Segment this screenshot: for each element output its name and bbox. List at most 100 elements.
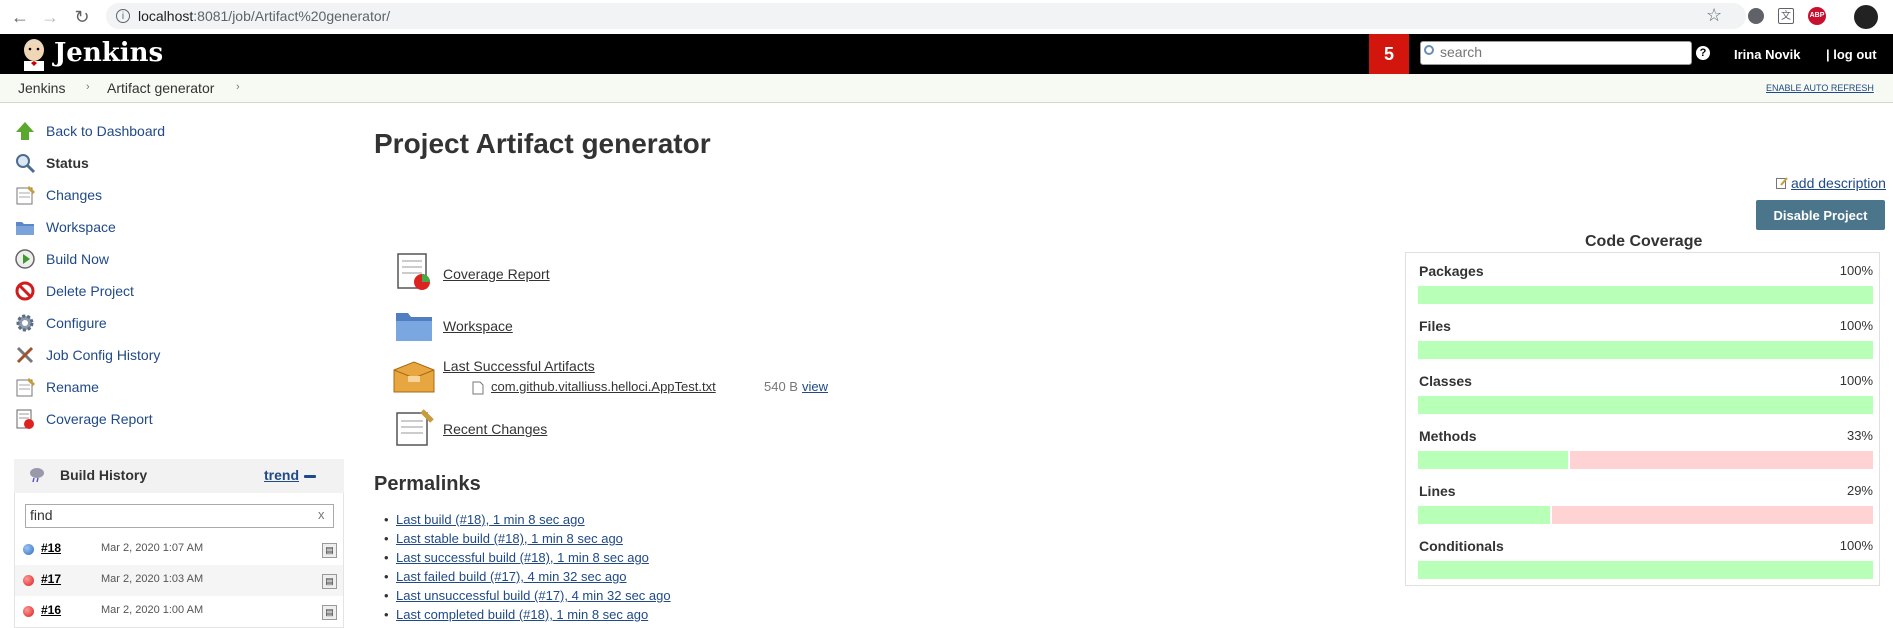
permalink-item: • Last unsuccessful build (#17), 4 min 32…: [384, 588, 671, 603]
magnifier-icon: [16, 154, 36, 174]
url-text: localhost:8081/job/Artifact%20generator/: [138, 8, 390, 24]
console-output-icon[interactable]: ▤: [322, 605, 337, 620]
disable-project-button[interactable]: Disable Project: [1756, 200, 1885, 230]
coverage-bar-fill: [1418, 506, 1552, 524]
console-output-icon[interactable]: ▤: [322, 543, 337, 558]
build-number-link[interactable]: #16: [41, 603, 61, 617]
extension-chat-icon[interactable]: [1748, 8, 1764, 24]
breadcrumb-jenkins[interactable]: Jenkins: [18, 80, 65, 96]
sidebar-item-delete-project[interactable]: Delete Project: [14, 280, 334, 304]
coverage-bar-fill: [1418, 451, 1571, 469]
build-number-link[interactable]: #17: [41, 572, 61, 586]
build-number-link[interactable]: #18: [41, 541, 61, 555]
notepad-icon: [16, 377, 36, 397]
star-icon[interactable]: ☆: [1706, 5, 1722, 26]
profile-avatar[interactable]: [1854, 5, 1878, 29]
reload-icon[interactable]: ↻: [70, 5, 94, 29]
build-status-ball-icon: [23, 544, 34, 555]
sidebar-item-label[interactable]: Rename: [46, 379, 99, 395]
trend-line-icon[interactable]: [304, 475, 316, 478]
sidebar-item-back-to-dashboard[interactable]: Back to Dashboard: [14, 120, 334, 144]
jenkins-butler-logo[interactable]: [18, 37, 50, 71]
package-box-icon: [393, 361, 435, 393]
coverage-report-link[interactable]: Coverage Report: [443, 266, 550, 282]
sidebar-item-job-config-history[interactable]: Job Config History: [14, 344, 334, 368]
artifact-file-row: com.github.vitalliuss.helloci.AppTest.tx…: [491, 379, 716, 394]
folder-icon: [16, 222, 34, 235]
sidebar-item-build-now[interactable]: Build Now: [14, 248, 334, 272]
notification-badge[interactable]: 5: [1369, 34, 1409, 74]
sidebar-item-label[interactable]: Job Config History: [46, 347, 160, 363]
info-icon[interactable]: i: [116, 9, 130, 23]
recent-changes-link[interactable]: Recent Changes: [443, 421, 547, 437]
sidebar-item-workspace[interactable]: Workspace: [14, 216, 334, 240]
user-name-link[interactable]: Irina Novik: [1734, 47, 1800, 62]
permalink-item: • Last completed build (#18), 1 min 8 sec…: [384, 607, 649, 622]
last-successful-artifacts-link[interactable]: Last Successful Artifacts: [443, 358, 595, 374]
gear-icon: [16, 314, 34, 332]
sidebar-item-label[interactable]: Delete Project: [46, 283, 134, 299]
back-arrow-icon[interactable]: ←: [8, 5, 32, 29]
coverage-bar-fill: [1418, 286, 1873, 304]
sidebar-item-rename[interactable]: Rename: [14, 376, 334, 400]
sidebar-item-label[interactable]: Back to Dashboard: [46, 123, 165, 139]
sidebar-item-status[interactable]: Status: [14, 152, 334, 176]
coverage-bar: [1418, 396, 1873, 414]
workspace-link[interactable]: Workspace: [443, 318, 513, 334]
enable-auto-refresh-link[interactable]: ENABLE AUTO REFRESH: [1766, 83, 1874, 93]
sidebar-item-label[interactable]: Status: [46, 155, 89, 171]
build-history-title: Build History: [60, 467, 148, 483]
build-history-trend-link[interactable]: trend: [264, 467, 299, 483]
help-icon[interactable]: ?: [1696, 46, 1710, 60]
edit-note-icon[interactable]: [1776, 177, 1788, 189]
sidebar-item-label[interactable]: Workspace: [46, 219, 116, 235]
sidebar-item-configure[interactable]: Configure: [14, 312, 334, 336]
sidebar-item-changes[interactable]: Changes: [14, 184, 334, 208]
permalink-link[interactable]: Last failed build (#17), 4 min 32 sec ag…: [396, 569, 627, 584]
permalink-link[interactable]: Last unsuccessful build (#17), 4 min 32 …: [396, 588, 671, 603]
artifact-file-link[interactable]: com.github.vitalliuss.helloci.AppTest.tx…: [491, 379, 716, 394]
breadcrumb-chevron-icon[interactable]: ›: [236, 81, 240, 93]
page-title: Project Artifact generator: [374, 128, 711, 159]
permalink-link[interactable]: Last stable build (#18), 1 min 8 sec ago: [396, 531, 623, 546]
adblock-icon[interactable]: ABP: [1808, 7, 1826, 25]
build-status-ball-icon: [23, 606, 34, 617]
forward-arrow-icon[interactable]: →: [38, 5, 62, 29]
permalinks-heading: Permalinks: [374, 473, 481, 495]
sidebar-item-label[interactable]: Build Now: [46, 251, 109, 267]
permalink-item: • Last failed build (#17), 4 min 32 sec a…: [384, 569, 627, 584]
permalink-link[interactable]: Last completed build (#18), 1 min 8 sec …: [396, 607, 648, 622]
add-description-link[interactable]: add description: [1791, 175, 1886, 191]
breadcrumb-job[interactable]: Artifact generator: [107, 80, 214, 96]
tools-icon: [16, 346, 34, 364]
coverage-bar: [1418, 561, 1873, 579]
sidebar-item-label[interactable]: Changes: [46, 187, 102, 203]
sidebar-item-label[interactable]: Configure: [46, 315, 107, 331]
coverage-metric-label: Files: [1419, 318, 1451, 334]
logout-link[interactable]: | log out: [1826, 47, 1877, 62]
search-input[interactable]: [1440, 42, 1685, 62]
artifact-file-size: 540 B: [764, 379, 798, 394]
permalink-link[interactable]: Last successful build (#18), 1 min 8 sec…: [396, 550, 649, 565]
breadcrumb-chevron-icon[interactable]: ›: [86, 81, 90, 93]
translate-icon[interactable]: 文: [1778, 8, 1794, 24]
coverage-metric-percent: 100%: [1839, 263, 1873, 278]
weather-cloud-icon: [30, 468, 44, 483]
sidebar-item-label[interactable]: Coverage Report: [46, 411, 153, 427]
notepad-icon: [16, 185, 36, 205]
artifact-view-link[interactable]: view: [802, 379, 828, 394]
coverage-metric-label: Conditionals: [1419, 538, 1504, 554]
jenkins-logo-text[interactable]: Jenkins: [54, 38, 163, 68]
sidebar-item-coverage-report[interactable]: Coverage Report: [14, 408, 334, 432]
build-find-input[interactable]: [30, 506, 310, 524]
clear-find-icon[interactable]: x: [318, 507, 325, 522]
permalink-item: • Last stable build (#18), 1 min 8 sec ag…: [384, 531, 623, 546]
coverage-bar: [1418, 451, 1873, 469]
coverage-metric-percent: 100%: [1839, 373, 1873, 388]
coverage-bar-fill: [1418, 396, 1873, 414]
console-output-icon[interactable]: ▤: [322, 574, 337, 589]
file-icon: [472, 381, 484, 395]
folder-icon: [396, 313, 432, 341]
permalink-link[interactable]: Last build (#18), 1 min 8 sec ago: [396, 512, 585, 527]
build-row: #17 Mar 2, 2020 1:03 AM ▤: [15, 565, 343, 596]
